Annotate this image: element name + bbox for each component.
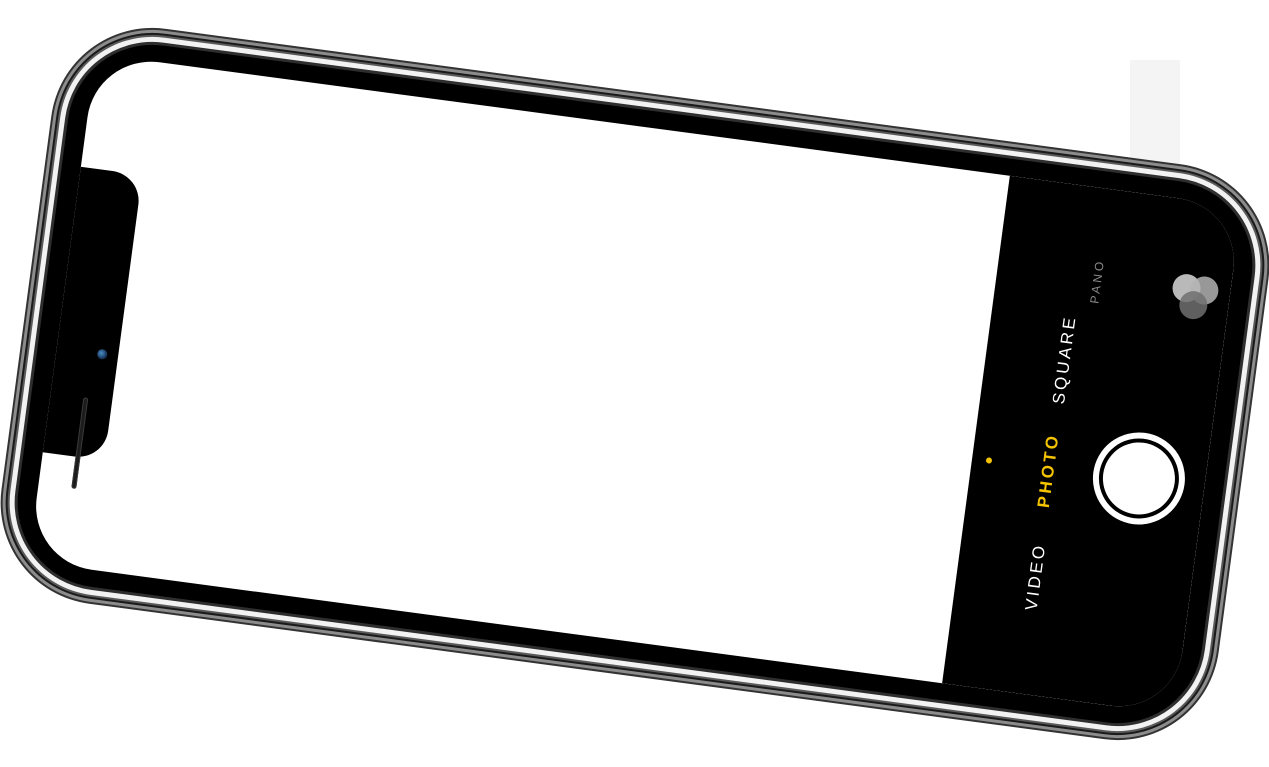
- stage: PANO SQUARE PHOTO VIDEO: [0, 0, 1269, 767]
- active-mode-indicator: [985, 456, 992, 464]
- mode-square[interactable]: SQUARE: [1049, 313, 1081, 405]
- shutter-inner-icon: [1097, 437, 1179, 519]
- mode-video[interactable]: VIDEO: [1021, 541, 1050, 611]
- notch: [34, 165, 142, 489]
- background-ghost-shape: [1130, 60, 1180, 170]
- filters-icon[interactable]: [1163, 267, 1226, 328]
- mode-pano[interactable]: PANO: [1087, 257, 1107, 304]
- phone-bezel: PANO SQUARE PHOTO VIDEO: [3, 30, 1266, 737]
- shutter-button[interactable]: [1086, 426, 1191, 530]
- viewfinder-screen[interactable]: PANO SQUARE PHOTO VIDEO: [27, 53, 1242, 714]
- phone-device: PANO SQUARE PHOTO VIDEO: [3, 30, 1266, 737]
- mode-photo[interactable]: PHOTO: [1033, 431, 1063, 508]
- earpiece-speaker: [70, 396, 88, 489]
- camera-control-panel: PANO SQUARE PHOTO VIDEO: [941, 175, 1242, 714]
- front-camera-icon: [96, 348, 108, 360]
